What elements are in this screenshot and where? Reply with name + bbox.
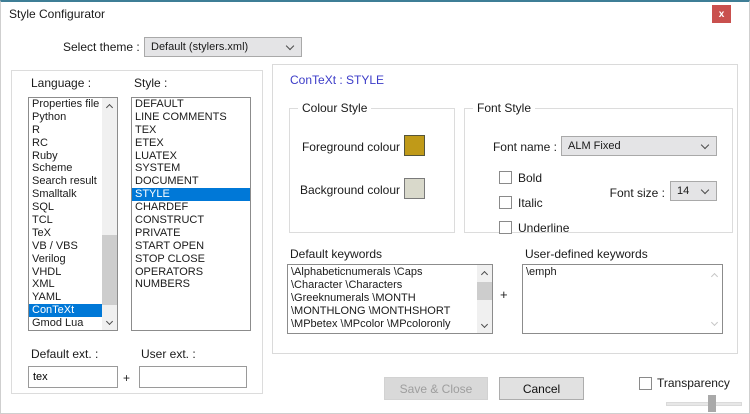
scroll-up-icon <box>707 267 721 282</box>
scroll-down-icon <box>707 316 721 331</box>
user-keywords-text: \emph <box>526 266 706 333</box>
list-item[interactable]: Scheme <box>29 162 102 175</box>
list-item[interactable]: LINE COMMENTS <box>132 111 250 124</box>
panel-header: ConTeXt : STYLE <box>290 73 384 87</box>
list-item[interactable]: RC <box>29 137 102 150</box>
italic-label: Italic <box>518 196 543 210</box>
foreground-colour-swatch[interactable] <box>404 135 425 156</box>
select-theme-label: Select theme : <box>63 40 140 54</box>
background-colour-label: Background colour <box>290 183 400 197</box>
cancel-label: Cancel <box>523 382 560 396</box>
list-item[interactable]: Ruby <box>29 150 102 163</box>
font-size-value: 14 <box>677 185 698 197</box>
list-item[interactable]: CONSTRUCT <box>132 214 250 227</box>
font-name-label: Font name : <box>465 140 557 154</box>
list-item[interactable]: Python <box>29 111 102 124</box>
underline-label: Underline <box>518 221 569 235</box>
default-ext-label: Default ext. : <box>31 347 98 361</box>
transparency-checkbox[interactable] <box>639 377 652 390</box>
list-item[interactable]: Verilog <box>29 253 102 266</box>
list-item[interactable]: VB / VBS <box>29 240 102 253</box>
list-item[interactable]: VHDL <box>29 266 102 279</box>
scroll-down-icon[interactable] <box>102 315 117 330</box>
keywords-plus-sign: + <box>500 287 508 302</box>
list-item[interactable]: Properties file <box>29 98 102 111</box>
default-ext-input[interactable] <box>28 366 118 388</box>
font-name-select[interactable]: ALM Fixed <box>561 136 717 156</box>
list-item[interactable]: DOCUMENT <box>132 175 250 188</box>
style-label: Style : <box>134 76 167 90</box>
underline-checkbox[interactable] <box>499 221 512 234</box>
list-item[interactable]: ETEX <box>132 137 250 150</box>
window-title: Style Configurator <box>9 7 105 21</box>
bold-label: Bold <box>518 171 542 185</box>
list-item[interactable]: DEFAULT <box>132 98 250 111</box>
list-item[interactable]: SQL <box>29 201 102 214</box>
list-item[interactable]: NUMBERS <box>132 278 250 291</box>
background-colour-swatch[interactable] <box>404 178 425 199</box>
list-item[interactable]: R <box>29 124 102 137</box>
cancel-button[interactable]: Cancel <box>499 377 584 400</box>
scrollbar-thumb[interactable] <box>102 235 117 305</box>
scroll-down-icon[interactable] <box>477 318 492 333</box>
user-ext-input[interactable] <box>139 366 247 388</box>
transparency-slider-track[interactable] <box>666 402 742 406</box>
default-keywords-box[interactable]: \Alphabeticnumerals \Caps \Character \Ch… <box>287 264 493 334</box>
transparency-label: Transparency <box>657 376 730 390</box>
list-item[interactable]: XML <box>29 278 102 291</box>
chevron-down-icon <box>701 140 709 148</box>
font-style-title: Font Style <box>473 101 535 115</box>
list-item[interactable]: SYSTEM <box>132 162 250 175</box>
font-style-groupbox: Font Style Font name : ALM Fixed Bold It… <box>464 108 733 233</box>
list-item[interactable]: TeX <box>29 227 102 240</box>
save-close-label: Save & Close <box>400 382 473 396</box>
list-item[interactable]: STYLE <box>132 188 250 201</box>
language-listbox[interactable]: Properties filePythonRRCRubySchemeSearch… <box>28 97 118 331</box>
transparency-slider-thumb[interactable] <box>708 395 716 412</box>
list-item[interactable]: CHARDEF <box>132 201 250 214</box>
bold-checkbox[interactable] <box>499 171 512 184</box>
list-item[interactable]: YAML <box>29 291 102 304</box>
language-scrollbar[interactable] <box>102 98 117 330</box>
language-label: Language : <box>31 76 91 90</box>
user-ext-label: User ext. : <box>141 347 196 361</box>
close-button[interactable]: x <box>712 5 731 23</box>
default-keywords-text: \Alphabeticnumerals \Caps \Character \Ch… <box>291 266 476 333</box>
list-item[interactable]: TCL <box>29 214 102 227</box>
list-item[interactable]: LUATEX <box>132 150 250 163</box>
theme-select-value: Default (stylers.xml) <box>151 41 283 53</box>
list-item[interactable]: TEX <box>132 124 250 137</box>
font-size-select[interactable]: 14 <box>670 181 717 201</box>
close-icon: x <box>719 9 725 20</box>
list-item[interactable]: ConTeXt <box>29 304 102 317</box>
colour-style-groupbox: Colour Style Foreground colour Backgroun… <box>289 108 455 233</box>
style-configurator-dialog: Style Configurator x Select theme : Defa… <box>0 0 750 414</box>
scroll-up-icon[interactable] <box>102 98 117 113</box>
font-size-label: Font size : <box>595 186 665 200</box>
list-item[interactable]: START OPEN <box>132 240 250 253</box>
chevron-down-icon <box>701 185 709 193</box>
default-keywords-scrollbar[interactable] <box>477 265 492 333</box>
colour-style-title: Colour Style <box>298 101 371 115</box>
chevron-down-icon <box>286 41 294 49</box>
list-item[interactable]: Search result <box>29 175 102 188</box>
list-item[interactable]: STOP CLOSE <box>132 253 250 266</box>
scroll-up-icon[interactable] <box>477 265 492 280</box>
user-keywords-label: User-defined keywords <box>525 247 648 261</box>
italic-checkbox[interactable] <box>499 196 512 209</box>
list-item[interactable]: Smalltalk <box>29 188 102 201</box>
list-item[interactable]: Gmod Lua <box>29 317 102 330</box>
theme-select[interactable]: Default (stylers.xml) <box>144 37 302 57</box>
style-detail-panel: ConTeXt : STYLE Colour Style Foreground … <box>272 64 738 354</box>
list-item[interactable]: PRIVATE <box>132 227 250 240</box>
scrollbar-thumb[interactable] <box>477 282 492 300</box>
list-item[interactable]: OPERATORS <box>132 266 250 279</box>
font-name-value: ALM Fixed <box>568 140 698 152</box>
save-close-button[interactable]: Save & Close <box>384 377 488 400</box>
ext-plus-sign: + <box>123 371 130 385</box>
style-listbox[interactable]: DEFAULTLINE COMMENTSTEXETEXLUATEXSYSTEMD… <box>131 97 251 331</box>
foreground-colour-label: Foreground colour <box>290 140 400 154</box>
user-keywords-box[interactable]: \emph <box>522 264 723 334</box>
default-keywords-label: Default keywords <box>290 247 382 261</box>
